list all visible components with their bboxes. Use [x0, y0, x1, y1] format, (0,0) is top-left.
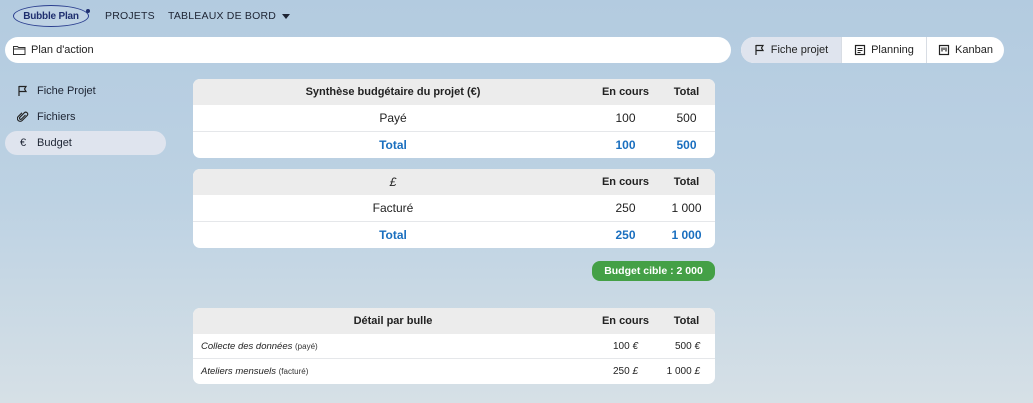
- euro-icon: €: [694, 340, 700, 352]
- bubble-en-cours: 250 £: [593, 366, 658, 377]
- bubble-tag: (payé): [295, 341, 318, 351]
- euro-icon: €: [632, 340, 638, 352]
- table-row[interactable]: Ateliers mensuels (facturé) 250 £ 1 000 …: [193, 359, 715, 384]
- bubble-en-cours-value: 100: [612, 340, 630, 352]
- view-kanban-label: Kanban: [955, 44, 993, 56]
- bubble-tag: (facturé): [278, 367, 309, 376]
- table-total-row: Total 100 500: [193, 132, 715, 158]
- view-planning-label: Planning: [871, 44, 914, 56]
- sidebar-item-fiche-projet[interactable]: Fiche Projet: [5, 79, 166, 103]
- table-cell: Payé: [379, 111, 407, 125]
- table-cell: 100: [615, 111, 636, 125]
- view-kanban-button[interactable]: Kanban: [927, 37, 1004, 63]
- flag-icon: [755, 44, 764, 55]
- caret-down-icon: [282, 13, 291, 19]
- breadcrumb[interactable]: Plan d'action: [5, 37, 731, 63]
- table-header: En cours: [601, 86, 650, 98]
- table-row: Facturé 250 1 000: [193, 195, 715, 222]
- bubble-en-cours: 100 €: [593, 341, 658, 352]
- table-row: Payé 100 500: [193, 105, 715, 132]
- sidebar-item-label: Fichiers: [37, 111, 76, 123]
- logo-dot-icon: [86, 9, 90, 13]
- kanban-icon: [938, 44, 950, 56]
- table-header: Total: [673, 315, 700, 327]
- table-header: Synthèse budgétaire du projet (€): [305, 86, 481, 98]
- planning-icon: [854, 44, 866, 56]
- app-logo[interactable]: Bubble Plan: [13, 5, 90, 27]
- folder-icon: [13, 46, 26, 55]
- view-fiche-projet-button[interactable]: Fiche projet: [741, 37, 842, 63]
- total-total: 500: [676, 138, 697, 152]
- table-row[interactable]: Collecte des données (payé) 100 € 500 €: [193, 334, 715, 359]
- sidebar-item-budget[interactable]: € Budget: [5, 131, 166, 155]
- budget-summary-euro-table: Synthèse budgétaire du projet (€) En cou…: [193, 79, 715, 158]
- sidebar-item-label: Fiche Projet: [37, 85, 96, 97]
- total-en-cours: 250: [615, 228, 636, 242]
- table-header: Détail par bulle: [353, 315, 433, 327]
- total-label: Total: [379, 228, 407, 242]
- nav-tableaux-de-bord[interactable]: TABLEAUX DE BORD: [168, 10, 291, 22]
- table-header: Total: [673, 176, 700, 188]
- bubble-name-text: Ateliers mensuels: [201, 366, 276, 377]
- detail-par-bulle-table: Détail par bulle En cours Total Collecte…: [193, 308, 715, 384]
- view-planning-button[interactable]: Planning: [842, 37, 927, 63]
- total-total: 1 000: [671, 228, 702, 242]
- table-cell: 500: [676, 111, 697, 125]
- bubble-total: 500 €: [658, 341, 715, 352]
- table-header: En cours: [601, 176, 650, 188]
- paperclip-icon: [17, 111, 29, 123]
- table-header: Total: [673, 86, 700, 98]
- table-cell: 250: [615, 201, 636, 215]
- euro-icon: €: [19, 137, 27, 149]
- sidebar-item-label: Budget: [37, 137, 72, 149]
- logo-text: Bubble Plan: [23, 10, 79, 22]
- view-fiche-label: Fiche projet: [770, 44, 829, 56]
- pound-icon: £: [632, 366, 638, 377]
- bubble-total: 1 000 £: [658, 366, 715, 377]
- table-cell: Facturé: [372, 201, 414, 215]
- table-header: En cours: [601, 315, 650, 327]
- bubble-total-value: 1 000: [666, 366, 692, 377]
- budget-target-badge: Budget cible : 2 000: [592, 261, 715, 281]
- total-label: Total: [379, 138, 407, 152]
- nav-projets[interactable]: PROJETS: [105, 10, 155, 22]
- bubble-name: Collecte des données (payé): [193, 341, 593, 352]
- budget-summary-pound-table: £ En cours Total Facturé 250 1 000 Total…: [193, 169, 715, 248]
- breadcrumb-label: Plan d'action: [31, 44, 94, 56]
- pound-icon: £: [389, 175, 397, 189]
- pound-icon: £: [694, 366, 700, 377]
- table-total-row: Total 250 1 000: [193, 222, 715, 248]
- table-cell: 1 000: [671, 201, 702, 215]
- nav-tableaux-label: TABLEAUX DE BORD: [168, 10, 277, 22]
- table-header-row: £ En cours Total: [193, 169, 715, 195]
- bubble-en-cours-value: 250: [612, 366, 630, 377]
- top-nav: Bubble Plan PROJETS TABLEAUX DE BORD: [0, 0, 1033, 32]
- sidebar-item-fichiers[interactable]: Fichiers: [5, 105, 166, 129]
- view-switcher: Fiche projet Planning Kanban: [741, 37, 1004, 63]
- bubble-name: Ateliers mensuels (facturé): [193, 366, 593, 377]
- flag-icon: [17, 85, 29, 97]
- table-header-row: Synthèse budgétaire du projet (€) En cou…: [193, 79, 715, 105]
- sidebar: Fiche Projet Fichiers € Budget: [5, 79, 166, 157]
- total-en-cours: 100: [615, 138, 636, 152]
- bubble-total-value: 500: [674, 340, 692, 352]
- table-header-row: Détail par bulle En cours Total: [193, 308, 715, 334]
- bubble-name-text: Collecte des données: [201, 340, 293, 352]
